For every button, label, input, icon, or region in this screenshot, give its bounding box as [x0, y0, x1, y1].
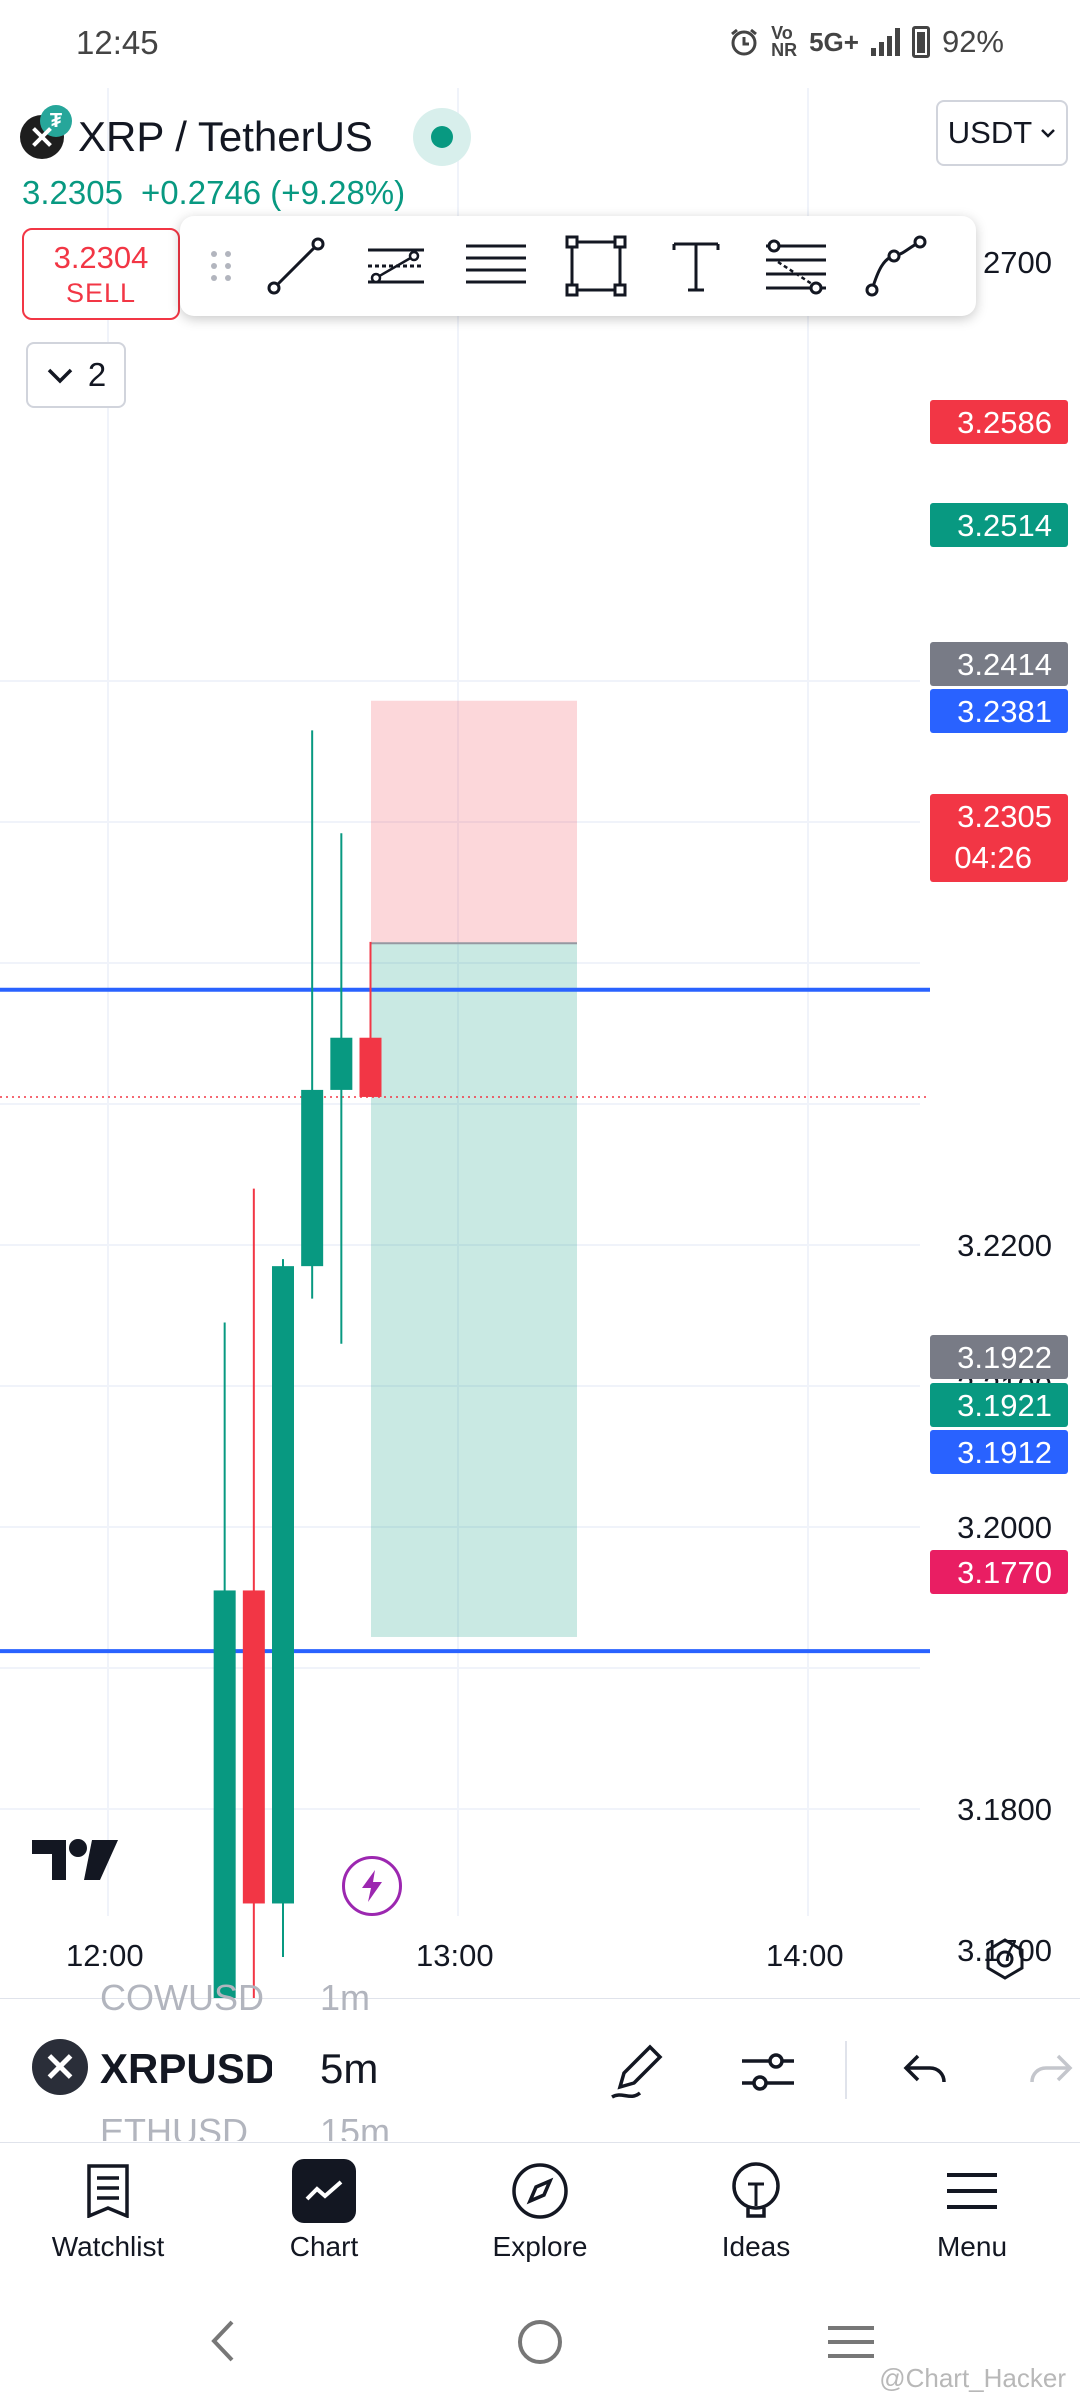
y-axis-tick-label: 3.2000 — [957, 1510, 1052, 1545]
tradingview-logo — [32, 1838, 118, 1887]
flash-icon[interactable] — [342, 1856, 402, 1916]
battery-percent: 92% — [941, 24, 1004, 59]
indicator-settings-icon[interactable] — [736, 2039, 800, 2103]
undo-icon[interactable] — [893, 2039, 957, 2103]
parallel-channel-icon[interactable] — [346, 216, 446, 316]
redo-icon[interactable] — [1026, 2039, 1080, 2103]
rectangle-icon[interactable] — [546, 216, 646, 316]
price-label-text: 3.1770 — [957, 1555, 1052, 1590]
current-symbol[interactable]: XRPUSDT — [100, 2045, 272, 2093]
network-type: 5G+ — [809, 26, 859, 57]
price-label-text: 3.1912 — [957, 1435, 1052, 1470]
nav-chart[interactable]: Chart — [216, 2143, 432, 2282]
y-axis-tick-label: 3.2200 — [957, 1228, 1052, 1263]
compass-icon — [508, 2159, 572, 2223]
symbol-title[interactable]: XRP / TetherUS — [78, 113, 373, 161]
xrp-symbol-icon — [32, 2039, 88, 2095]
price-change: +0.2746 (+9.28%) — [140, 174, 406, 211]
price-label-text: 3.2514 — [957, 508, 1052, 543]
menu-icon — [940, 2159, 1004, 2223]
prev-interval[interactable]: 1m — [320, 1977, 370, 2019]
time-label-1300: 13:00 — [416, 1938, 494, 1973]
next-interval[interactable]: 15m — [320, 2111, 390, 2141]
sell-label: SELL — [65, 278, 137, 308]
price-summary: 3.2305 +0.2746 (+9.28%) — [22, 174, 405, 212]
nav-watchlist-label: Watchlist — [51, 2231, 165, 2262]
candle-body — [213, 1590, 236, 1998]
time-label-1400: 14:00 — [766, 1938, 844, 1973]
text-tool-icon[interactable] — [646, 216, 746, 316]
nav-explore[interactable]: Explore — [432, 2143, 648, 2282]
lightbulb-icon — [724, 2159, 788, 2223]
status-icons: Vo NR 5G+ 92% — [729, 24, 1004, 60]
system-navigation: @Chart_Hacker — [0, 2282, 1080, 2400]
watermark: @Chart_Hacker — [879, 2363, 1066, 2393]
last-price: 3.2305 — [22, 174, 123, 211]
price-label-text: 3.2381 — [957, 694, 1052, 729]
currency-label: USDT — [947, 115, 1033, 150]
chart-area[interactable]: 3.16003.17003.18003.20003.21003.22002700… — [0, 88, 1080, 1998]
symbol-header[interactable]: ₮ XRP / TetherUS — [20, 105, 471, 166]
path-tool-icon[interactable] — [846, 216, 946, 316]
status-time: 12:45 — [76, 24, 159, 61]
sell-button[interactable]: 3.2304 SELL — [22, 228, 180, 320]
alarm-icon — [731, 28, 758, 56]
price-label-text: 3.2305 — [957, 799, 1052, 834]
position-target-zone — [371, 700, 577, 944]
position-stop-zone — [371, 943, 577, 1637]
candle-body — [301, 1089, 324, 1267]
y-axis-tick-label: 2700 — [983, 245, 1052, 280]
home-icon[interactable] — [516, 2318, 564, 2366]
countdown-text: 04:26 — [954, 840, 1032, 875]
price-label-text: 3.2586 — [957, 405, 1052, 440]
chart-settings-icon[interactable] — [982, 1936, 1028, 1982]
chart-icon — [292, 2159, 356, 2223]
drag-handle-icon[interactable] — [196, 216, 246, 316]
price-chart[interactable]: 3.16003.17003.18003.20003.21003.22002700… — [0, 88, 1080, 1998]
market-open-indicator — [412, 108, 471, 166]
candle-body — [359, 1037, 382, 1097]
nav-explore-label: Explore — [492, 2231, 588, 2262]
next-symbol[interactable]: ETHUSD — [100, 2111, 248, 2141]
signal-icon — [870, 28, 900, 56]
symbol-interval-bar[interactable]: COWUSD 1m XRPUSDT 5m ETHUSD 15m — [0, 1977, 1080, 2141]
price-label-text: 3.1921 — [957, 1388, 1052, 1423]
nav-chart-label: Chart — [289, 2231, 359, 2262]
recents-icon[interactable] — [826, 2322, 876, 2362]
time-label-1200: 12:00 — [66, 1938, 144, 1973]
trend-line-icon[interactable] — [246, 216, 346, 316]
chevron-down-icon — [47, 368, 73, 384]
horizontal-lines-icon[interactable] — [446, 216, 546, 316]
nav-ideas-label: Ideas — [721, 2231, 791, 2262]
watchlist-icon — [76, 2159, 140, 2223]
xrp-logo-icon: ₮ — [20, 105, 72, 159]
bottom-navigation[interactable]: Watchlist Chart Explore Ideas Menu — [0, 2142, 1080, 2282]
nav-menu-label: Menu — [936, 2231, 1008, 2262]
sell-price: 3.2304 — [53, 240, 149, 275]
current-interval[interactable]: 5m — [320, 2045, 378, 2093]
price-label-text: 3.1922 — [957, 1340, 1052, 1375]
candle-body — [330, 1037, 353, 1090]
nav-watchlist[interactable]: Watchlist — [0, 2143, 216, 2282]
volte-icon: Vo NR — [771, 23, 798, 60]
candle-body — [242, 1590, 265, 1904]
back-icon[interactable] — [208, 2318, 238, 2364]
nav-ideas[interactable]: Ideas — [648, 2143, 864, 2282]
indicators-count: 2 — [87, 356, 107, 393]
nav-menu[interactable]: Menu — [864, 2143, 1080, 2282]
currency-select[interactable]: USDT — [936, 100, 1068, 166]
status-bar: 12:45 Vo NR 5G+ 92% — [0, 0, 1080, 88]
divider — [845, 2041, 847, 2099]
drawing-pen-icon[interactable] — [606, 2039, 670, 2103]
price-label-text: 3.2414 — [957, 647, 1052, 682]
indicators-toggle-button[interactable]: 2 — [26, 342, 126, 408]
battery-icon — [911, 26, 930, 58]
drawing-toolbar[interactable] — [180, 216, 976, 316]
fib-retracement-icon[interactable] — [746, 216, 846, 316]
y-axis-tick-label: 3.1800 — [957, 1792, 1052, 1827]
chevron-down-icon — [1041, 129, 1056, 138]
prev-symbol[interactable]: COWUSD — [100, 1977, 264, 2019]
candle-body — [272, 1266, 294, 1904]
